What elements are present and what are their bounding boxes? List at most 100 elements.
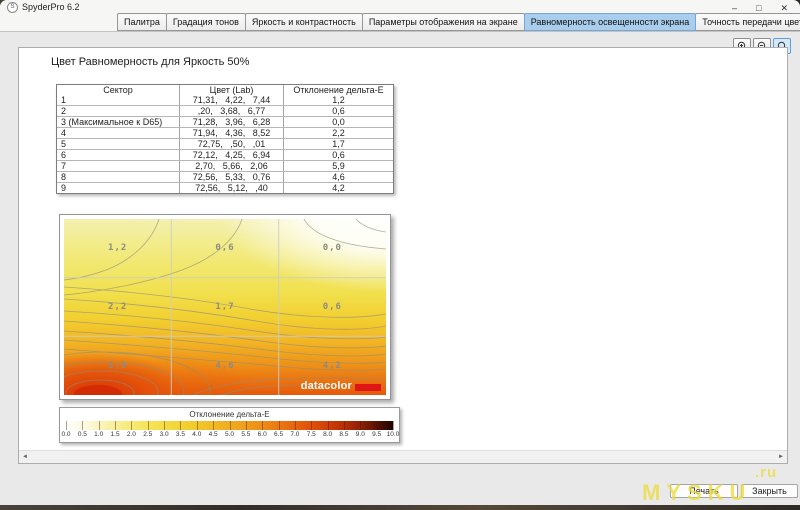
- scale-tick-label: 4.0: [192, 431, 201, 438]
- sector-cell: 4: [57, 128, 180, 138]
- titlebar: S SpyderPro 6.2: [0, 0, 800, 14]
- sector-value-label: 2,2: [64, 278, 171, 337]
- delta-e-cell: 2,2: [284, 128, 393, 138]
- report-panel: Цвет Равномерность для Яркость 50% Секто…: [18, 47, 788, 464]
- close-button[interactable]: Закрыть: [741, 484, 798, 498]
- lab-cell: 72,12, 4,25, 6,94: [180, 150, 284, 160]
- maximize-button[interactable]: □: [756, 4, 761, 13]
- delta-e-cell: 1,2: [284, 95, 393, 105]
- sector-cell: 1: [57, 95, 180, 105]
- color-scale-title: Отклонение дельта-E: [66, 410, 393, 419]
- datacolor-logo-bar: [355, 384, 381, 391]
- tab[interactable]: Палитра: [117, 13, 167, 31]
- scale-tick-label: 1.0: [94, 431, 103, 438]
- scale-tick-label: 6.5: [274, 431, 283, 438]
- uniformity-table: Сектор Цвет (Lab) Отклонение дельта-E 1 …: [56, 84, 394, 194]
- sector-value-label: 5,9: [64, 336, 171, 395]
- lab-cell: 71,28, 3,96, 6,28: [180, 117, 284, 127]
- watermark-suffix: .ru: [755, 464, 777, 481]
- window-title: SpyderPro 6.2: [22, 2, 80, 12]
- sector-cell: 6: [57, 150, 180, 160]
- tab[interactable]: Параметры отображения на экране: [362, 13, 525, 31]
- sector-value-label: 0,6: [279, 278, 386, 337]
- table-row: 3 (Максимальное к D65) 71,28, 3,96, 6,28…: [57, 116, 393, 127]
- minimize-button[interactable]: –: [732, 4, 737, 13]
- horizontal-scrollbar[interactable]: ◄ ►: [19, 450, 787, 463]
- tab[interactable]: Яркость и контрастность: [245, 13, 363, 31]
- table-row: 1 71,31, 4,22, 7,44 1,2: [57, 95, 393, 105]
- scale-tick-label: 1.5: [111, 431, 120, 438]
- table-row: 7 2,70, 5,66, 2,06 5,9: [57, 160, 393, 171]
- scale-tick-label: 9.5: [372, 431, 381, 438]
- datacolor-logo: datacolor: [301, 380, 381, 392]
- scale-tick-label: 4.5: [209, 431, 218, 438]
- sector-cell: 9: [57, 183, 180, 193]
- lab-cell: 72,56, 5,12, ,40: [180, 183, 284, 193]
- sector-value-label: 1,7: [171, 278, 278, 337]
- tab[interactable]: Градация тонов: [166, 13, 246, 31]
- column-header-sector: Сектор: [57, 85, 180, 95]
- sector-value-label: 1,2: [64, 219, 171, 278]
- scale-tick-labels: 0.0 0.5 1.0 1.5 2.0 2.5 3.0 3.5 4.0: [66, 431, 393, 439]
- page-title: Цвет Равномерность для Яркость 50%: [51, 56, 249, 68]
- color-scale-gradient: [66, 421, 393, 430]
- table-row: 4 71,94, 4,36, 8,52 2,2: [57, 127, 393, 138]
- delta-e-cell: 0,0: [284, 117, 393, 127]
- window-chrome: S SpyderPro 6.2 – □ ✕ Палитра Градация т…: [0, 0, 800, 32]
- sector-value-label: 4,6: [171, 336, 278, 395]
- table-body: 1 71,31, 4,22, 7,44 1,2 2 ,20, 3,68, 6,7…: [57, 95, 393, 193]
- delta-e-cell: 4,2: [284, 183, 393, 193]
- sector-cell: 3 (Максимальное к D65): [57, 117, 180, 127]
- scale-tick-label: 7.0: [290, 431, 299, 438]
- delta-e-cell: 5,9: [284, 161, 393, 171]
- close-window-button[interactable]: ✕: [780, 4, 788, 13]
- sector-value-labels: 1,2 0,6 0,0 2,2 1,7 0,6 5,9 4,6: [64, 219, 386, 395]
- sector-cell: 5: [57, 139, 180, 149]
- scale-tick-label: 5.5: [241, 431, 250, 438]
- scale-tick-label: 2.0: [127, 431, 136, 438]
- scroll-right-arrow-icon[interactable]: ►: [775, 451, 787, 463]
- scale-tick-label: 0.5: [78, 431, 87, 438]
- column-header-delta: Отклонение дельта-E: [284, 85, 393, 95]
- table-row: 6 72,12, 4,25, 6,94 0,6: [57, 149, 393, 160]
- color-scale-box: Отклонение дельта-E 0.0 0.5 1.0 1.5 2.0 …: [59, 407, 400, 443]
- tab[interactable]: Равномерность освещенности экрана: [524, 13, 697, 31]
- lab-cell: 71,94, 4,36, 8,52: [180, 128, 284, 138]
- scale-tick-label: 5.0: [225, 431, 234, 438]
- app-icon: S: [7, 2, 18, 13]
- lab-cell: 2,70, 5,66, 2,06: [180, 161, 284, 171]
- lab-cell: 71,31, 4,22, 7,44: [180, 95, 284, 105]
- scale-tick-label: 0.0: [61, 431, 70, 438]
- delta-e-cell: 0,6: [284, 106, 393, 116]
- heatmap-box: 1,2 0,6 0,0 2,2 1,7 0,6 5,9 4,6: [59, 214, 391, 400]
- sector-cell: 7: [57, 161, 180, 171]
- scale-tick-label: 7.5: [307, 431, 316, 438]
- table-row: 5 72,75, ,50, ,01 1,7: [57, 138, 393, 149]
- scale-tick-label: 9.0: [356, 431, 365, 438]
- delta-e-cell: 4,6: [284, 172, 393, 182]
- scale-tick-label: 8.0: [323, 431, 332, 438]
- lab-cell: 72,56, 5,33, 0,76: [180, 172, 284, 182]
- scale-tick-label: 8.5: [339, 431, 348, 438]
- lab-cell: 72,75, ,50, ,01: [180, 139, 284, 149]
- scale-tick-label: 3.0: [160, 431, 169, 438]
- delta-e-cell: 0,6: [284, 150, 393, 160]
- table-row: 2 ,20, 3,68, 6,77 0,6: [57, 105, 393, 116]
- scale-tick-label: 6.0: [258, 431, 267, 438]
- sector-value-label: 0,6: [171, 219, 278, 278]
- table-row: 8 72,56, 5,33, 0,76 4,6: [57, 171, 393, 182]
- tab[interactable]: Точность передачи цвета: [695, 13, 800, 31]
- print-button[interactable]: Печать: [670, 484, 738, 498]
- sector-cell: 8: [57, 172, 180, 182]
- scale-tick-label: 2.5: [143, 431, 152, 438]
- tab-bar: Палитра Градация тонов Яркость и контрас…: [118, 13, 800, 31]
- sector-cell: 2: [57, 106, 180, 116]
- scale-tick-label: 3.5: [176, 431, 185, 438]
- uniformity-heatmap: 1,2 0,6 0,0 2,2 1,7 0,6 5,9 4,6: [64, 219, 386, 395]
- column-header-lab: Цвет (Lab): [180, 85, 284, 95]
- app-window: S SpyderPro 6.2 – □ ✕ Палитра Градация т…: [0, 0, 800, 505]
- window-controls: – □ ✕: [732, 4, 788, 13]
- scroll-left-arrow-icon[interactable]: ◄: [19, 451, 31, 463]
- lab-cell: ,20, 3,68, 6,77: [180, 106, 284, 116]
- table-row: 9 72,56, 5,12, ,40 4,2: [57, 182, 393, 193]
